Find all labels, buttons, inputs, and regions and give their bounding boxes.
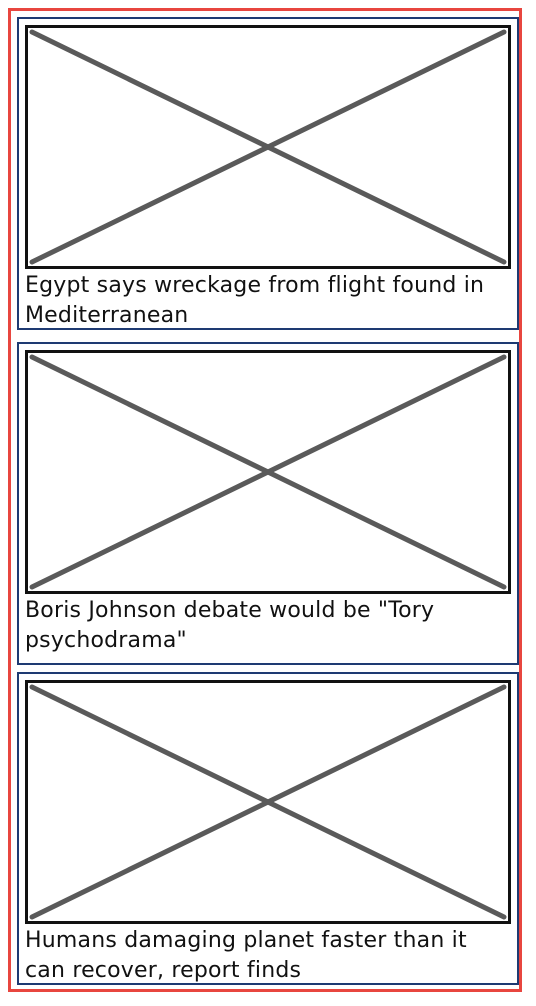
news-card[interactable]: Humans damaging planet faster than it ca… xyxy=(17,672,519,985)
placeholder-image-icon xyxy=(29,29,507,265)
news-card[interactable]: Egypt says wreckage from flight found in… xyxy=(17,17,519,330)
article-headline[interactable]: Egypt says wreckage from flight found in… xyxy=(25,271,513,328)
placeholder-image-icon xyxy=(29,354,507,590)
article-headline[interactable]: Boris Johnson debate would be "Tory psyc… xyxy=(25,596,513,656)
placeholder-image-icon xyxy=(29,684,507,920)
article-headline[interactable]: Humans damaging planet faster than it ca… xyxy=(25,926,513,983)
article-image-placeholder[interactable] xyxy=(25,350,511,594)
article-image-placeholder[interactable] xyxy=(25,25,511,269)
article-image-placeholder[interactable] xyxy=(25,680,511,924)
news-list: Egypt says wreckage from flight found in… xyxy=(8,8,522,992)
news-card[interactable]: Boris Johnson debate would be "Tory psyc… xyxy=(17,342,519,665)
